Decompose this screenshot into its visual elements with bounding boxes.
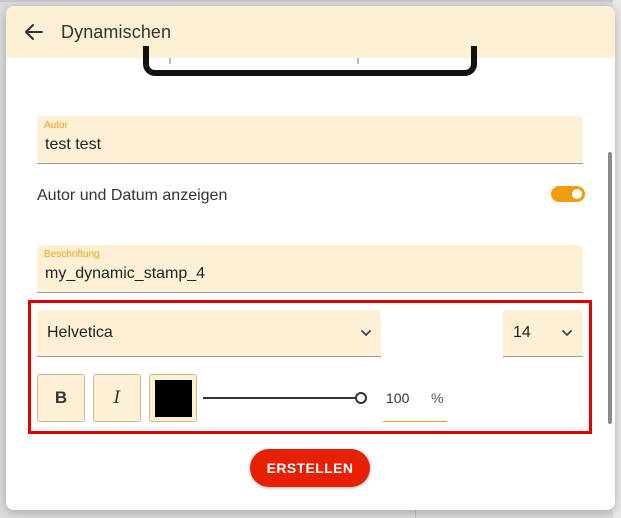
dynamic-stamp-dialog: Dynamischen Autor test test Autor und Da… <box>6 6 615 510</box>
font-family-value: Helvetica <box>47 324 113 341</box>
toggle-knob <box>572 189 582 199</box>
show-author-date-toggle[interactable] <box>551 186 585 202</box>
color-swatch <box>155 380 192 417</box>
caption-field[interactable]: Beschriftung my_dynamic_stamp_4 <box>37 245 583 293</box>
font-size-value: 14 <box>513 324 531 341</box>
scrollbar[interactable] <box>608 152 612 424</box>
italic-icon: I <box>113 388 121 408</box>
italic-button[interactable]: I <box>93 374 141 422</box>
bold-icon: B <box>54 388 68 407</box>
chevron-down-icon <box>361 330 371 336</box>
text-color-picker[interactable] <box>149 374 197 422</box>
caption-label: Beschriftung <box>44 249 100 260</box>
bold-button[interactable]: B <box>37 374 85 422</box>
opacity-slider-track[interactable] <box>203 397 359 399</box>
background-top-edge <box>0 0 621 2</box>
font-size-select[interactable]: 14 <box>503 310 583 357</box>
author-field[interactable]: Autor test test <box>37 116 583 164</box>
opacity-value[interactable]: 100 <box>386 390 409 406</box>
back-button[interactable] <box>20 18 48 46</box>
author-label: Autor <box>44 120 68 131</box>
show-author-date-label: Autor und Datum anzeigen <box>37 187 228 204</box>
chevron-down-icon <box>562 330 572 336</box>
preview-mark <box>357 58 359 64</box>
create-button[interactable]: ERSTELLEN <box>250 449 370 487</box>
font-family-select[interactable]: Helvetica <box>37 310 381 357</box>
stamp-preview <box>143 46 477 76</box>
arrow-left-icon <box>25 24 43 40</box>
opacity-slider-thumb[interactable] <box>355 392 367 404</box>
preview-mark <box>169 58 171 64</box>
caption-input[interactable]: my_dynamic_stamp_4 <box>45 265 205 283</box>
author-input[interactable]: test test <box>45 136 101 154</box>
dialog-title: Dynamischen <box>61 22 172 42</box>
opacity-unit: % <box>431 390 444 406</box>
